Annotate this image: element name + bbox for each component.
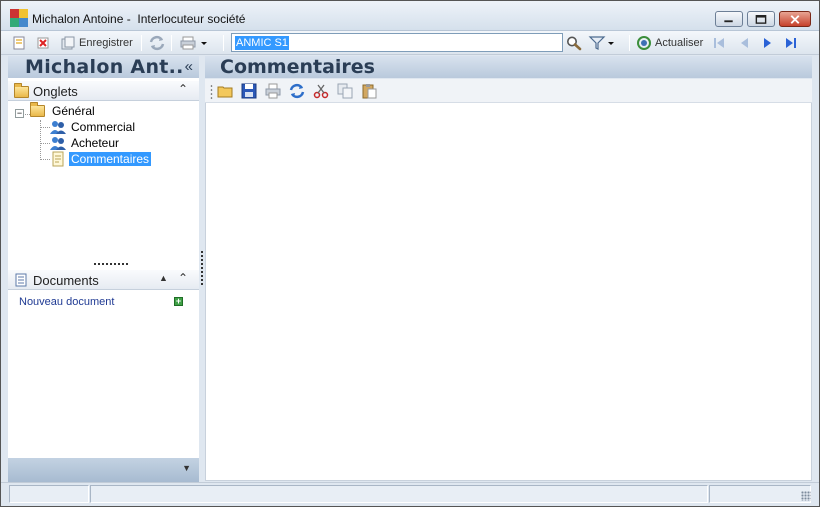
- search-button[interactable]: [565, 34, 583, 52]
- sync-button[interactable]: [148, 34, 166, 52]
- save-icon: [61, 36, 75, 50]
- new-button[interactable]: [11, 34, 27, 52]
- tree-line: [40, 159, 50, 160]
- status-cell: [9, 485, 89, 503]
- first-record-button[interactable]: [711, 34, 727, 52]
- minimize-icon: [724, 20, 733, 23]
- toolbar-separator: [223, 35, 224, 51]
- next-record-button[interactable]: [760, 34, 776, 52]
- sync-icon[interactable]: [289, 83, 305, 99]
- tree-item-general[interactable]: Général: [30, 102, 97, 119]
- app-window: Michalon Antoine - Interlocuteur société…: [0, 0, 820, 507]
- toolbar-grip-icon: [210, 85, 213, 99]
- documents-section-header[interactable]: Documents ▲ ⌃: [8, 270, 199, 290]
- filter-button[interactable]: [588, 34, 616, 52]
- document-icon: [15, 273, 27, 287]
- collapse-section-icon[interactable]: ⌃: [178, 82, 188, 96]
- save-icon[interactable]: [241, 83, 257, 99]
- search-input[interactable]: ANMIC S1: [231, 33, 563, 52]
- onglets-title: Onglets: [33, 84, 78, 99]
- first-icon: [714, 38, 724, 48]
- print-button[interactable]: [179, 34, 209, 52]
- refresh-label: Actualiser: [655, 37, 704, 49]
- printer-icon[interactable]: [265, 83, 281, 99]
- filter-icon: [588, 36, 606, 50]
- left-panel-footer: ▼: [8, 458, 199, 482]
- search-input-value: ANMIC S1: [235, 36, 289, 50]
- window-title: Michalon Antoine - Interlocuteur société: [32, 12, 246, 26]
- paste-icon[interactable]: [361, 83, 377, 99]
- tree-item-label: Commentaires: [69, 152, 152, 166]
- chevron-down-icon[interactable]: [199, 35, 209, 51]
- toolbar-separator: [171, 35, 172, 51]
- sync-icon: [149, 35, 165, 51]
- section-title: Commentaires: [220, 56, 375, 78]
- refresh-icon: [637, 36, 651, 50]
- save-button[interactable]: Enregistrer: [60, 34, 133, 52]
- vertical-splitter[interactable]: [201, 251, 203, 285]
- tree-item-commercial[interactable]: Commercial: [50, 119, 137, 135]
- onglets-section-header[interactable]: Onglets ⌃: [8, 81, 199, 101]
- resize-grip-icon[interactable]: [801, 491, 811, 501]
- status-cell: [709, 485, 811, 503]
- next-icon: [764, 38, 771, 48]
- documents-title: Documents: [33, 273, 99, 288]
- previous-icon: [741, 38, 748, 48]
- chevron-down-icon[interactable]: [606, 35, 616, 51]
- last-icon: [786, 38, 796, 48]
- delete-button[interactable]: [35, 34, 51, 52]
- tree-line: [40, 127, 50, 128]
- note-icon: [52, 151, 64, 167]
- collapse-panel-icon[interactable]: «: [185, 58, 193, 75]
- new-document-link[interactable]: Nouveau document: [19, 296, 114, 308]
- tree-line: [40, 143, 50, 144]
- editor-toolbar: [205, 79, 812, 103]
- cut-icon[interactable]: [313, 83, 329, 99]
- chevron-down-icon[interactable]: ▼: [182, 463, 191, 473]
- folder-icon: [14, 83, 29, 98]
- contact-name: Michalon Ant..: [25, 56, 184, 78]
- tree-item-label: Acheteur: [71, 136, 120, 150]
- copy-icon[interactable]: [337, 83, 353, 99]
- tree-expander-icon[interactable]: −: [15, 109, 24, 118]
- close-icon: [790, 15, 800, 24]
- open-folder-icon: [30, 102, 45, 117]
- save-label: Enregistrer: [79, 37, 133, 49]
- tree-item-label: Général: [52, 104, 95, 118]
- tree-item-commentaires[interactable]: Commentaires: [50, 151, 152, 167]
- collapse-section-icon[interactable]: ⌃: [178, 271, 188, 285]
- comments-editor[interactable]: [205, 103, 812, 481]
- chevron-up-icon[interactable]: ▲: [159, 273, 168, 283]
- maximize-button[interactable]: [747, 11, 775, 27]
- search-icon: [567, 36, 582, 51]
- left-panel: Michalon Ant.. « Onglets ⌃ − Général Com…: [8, 56, 199, 482]
- tree-item-acheteur[interactable]: Acheteur: [50, 135, 121, 151]
- toolbar-separator: [141, 35, 142, 51]
- status-cell: [90, 485, 708, 503]
- refresh-button[interactable]: Actualiser: [636, 34, 703, 52]
- printer-icon: [180, 36, 196, 50]
- minimize-button[interactable]: [715, 11, 743, 27]
- tree-line: [40, 120, 41, 160]
- maximize-icon: [755, 15, 767, 24]
- users-icon: [50, 137, 66, 150]
- new-document-icon: [13, 36, 25, 50]
- toolbar-separator: [629, 35, 630, 51]
- title-bar[interactable]: Michalon Antoine - Interlocuteur société: [1, 1, 819, 31]
- status-bar: [1, 482, 819, 506]
- close-button[interactable]: [779, 11, 811, 27]
- add-document-icon[interactable]: +: [174, 297, 183, 306]
- section-header: Commentaires: [205, 56, 812, 78]
- delete-icon: [37, 37, 49, 49]
- open-folder-icon[interactable]: [217, 83, 233, 99]
- app-icon: [10, 9, 28, 27]
- contact-name-header: Michalon Ant.. «: [8, 56, 199, 78]
- users-icon: [50, 121, 66, 134]
- last-record-button[interactable]: [783, 34, 799, 52]
- previous-record-button[interactable]: [736, 34, 752, 52]
- panel-splitter-grip[interactable]: [94, 263, 128, 265]
- tree-item-label: Commercial: [71, 120, 136, 134]
